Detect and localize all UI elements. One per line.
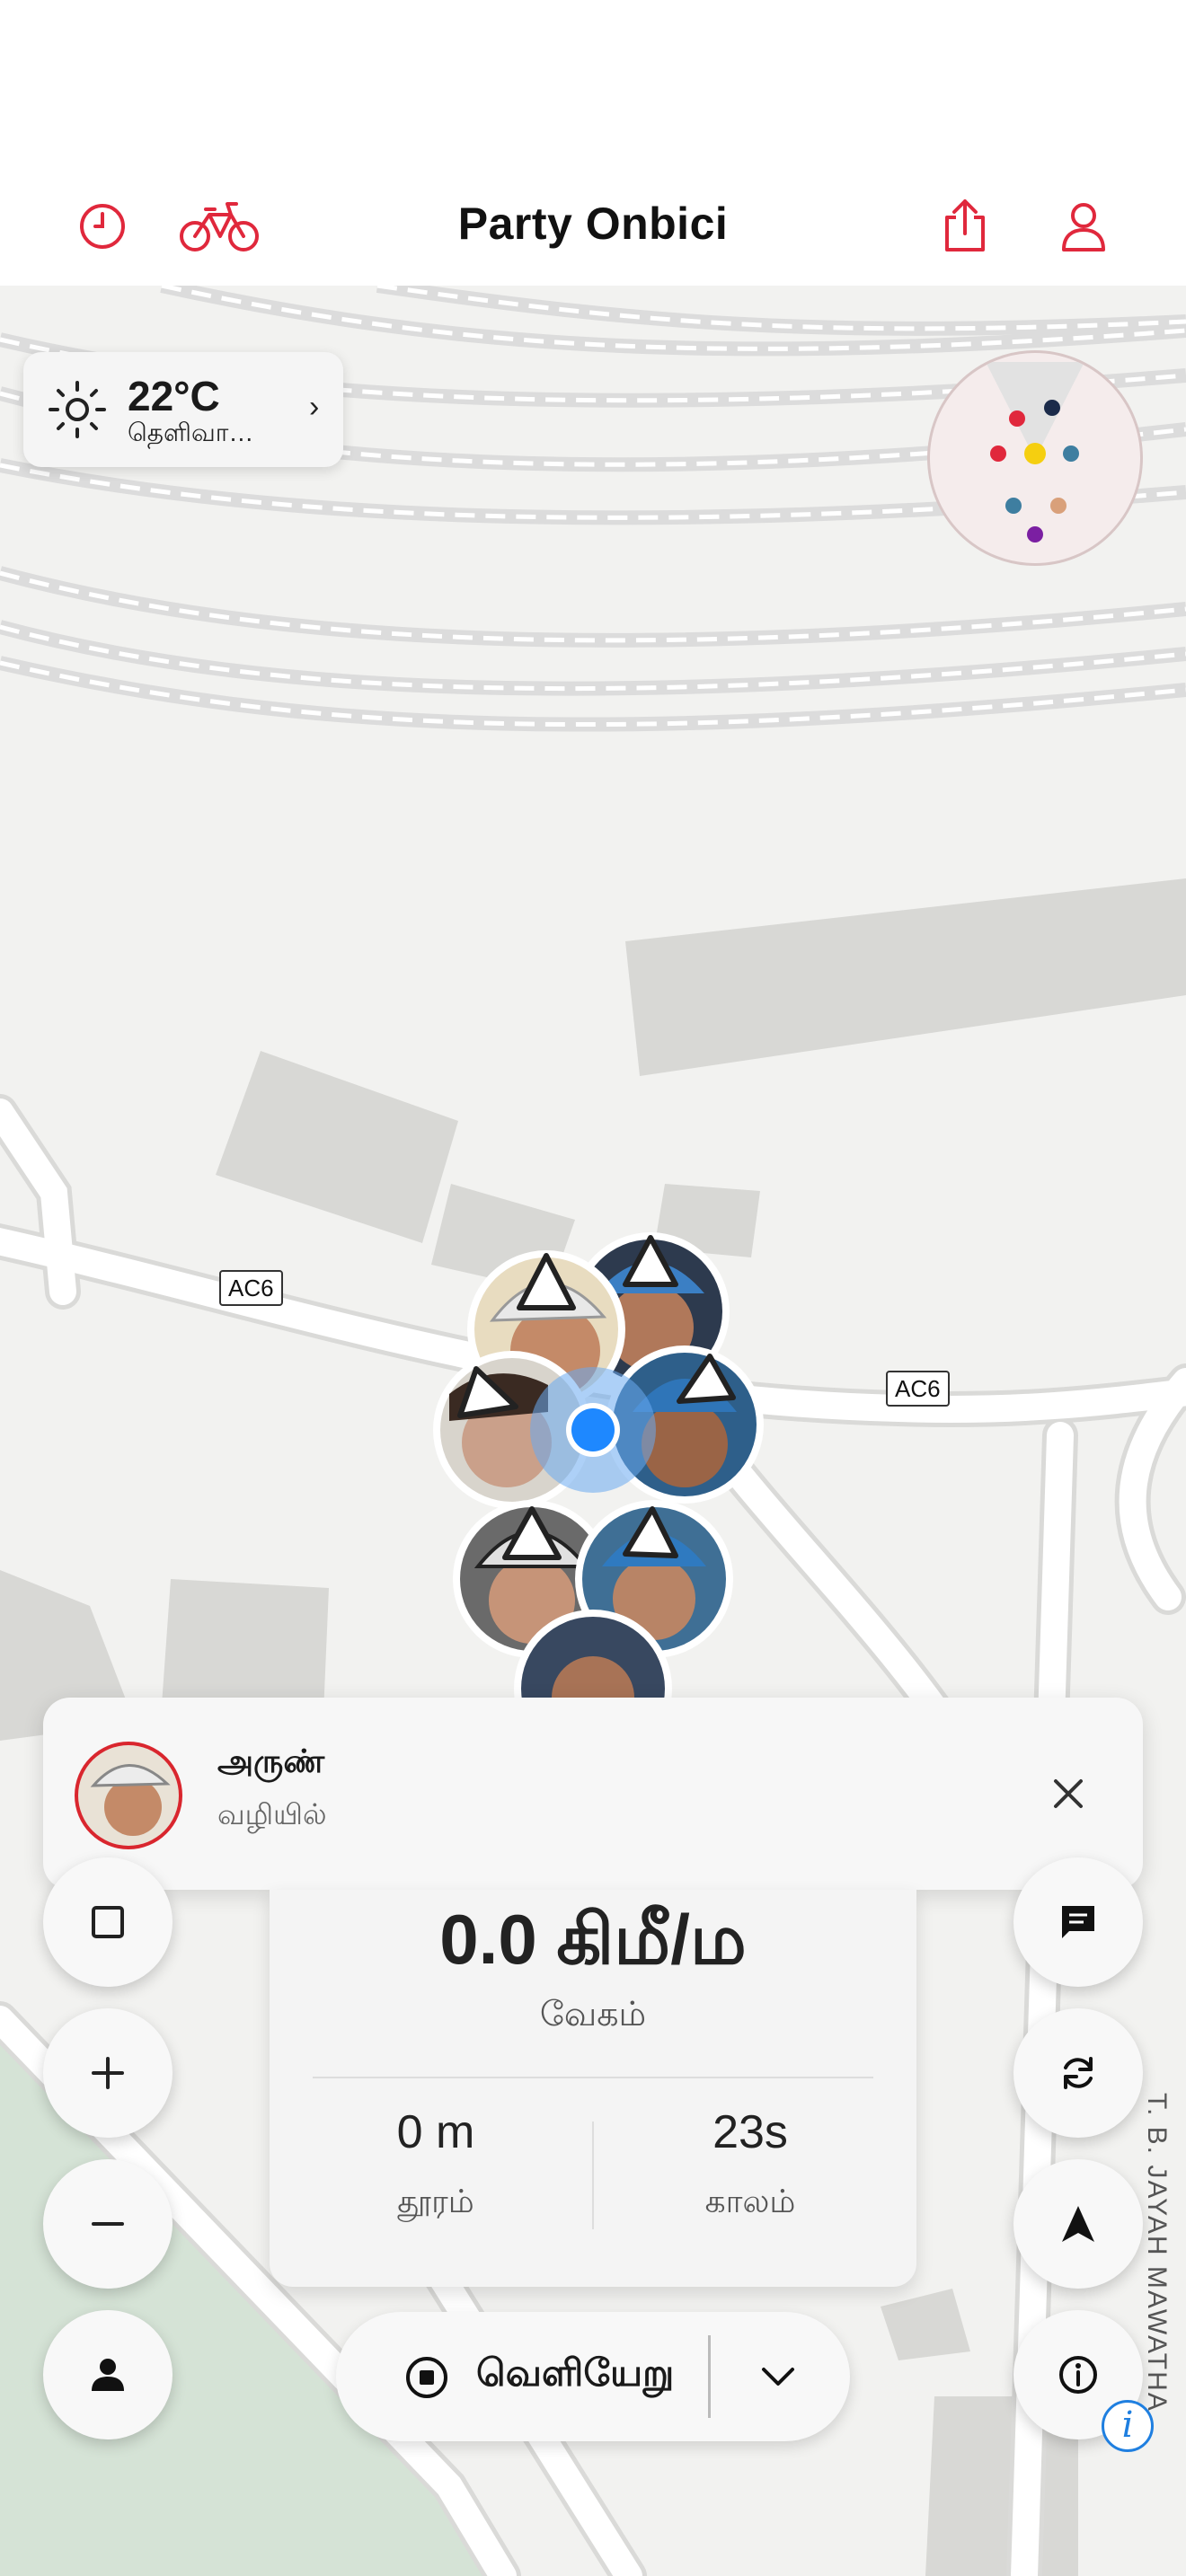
square-icon xyxy=(92,1906,124,1938)
map-attribution-icon[interactable]: i xyxy=(1102,2400,1154,2452)
radar-rider-dot xyxy=(1027,526,1043,543)
chevron-right-icon: › xyxy=(309,390,320,424)
chevron-down-icon[interactable] xyxy=(758,2359,798,2395)
ride-stats-card: 0.0 கிமீ/ம வேகம் 0 m தூரம் 23s காலம் xyxy=(270,1890,916,2287)
street-label: T. B. JAYAH MAWATHA xyxy=(1142,2093,1172,2413)
stop-icon xyxy=(406,2357,447,2398)
radar-rider-dot xyxy=(1050,498,1067,514)
zoom-out-icon xyxy=(92,2222,124,2226)
chat-button[interactable] xyxy=(1013,1857,1143,1987)
rider-notification[interactable]: அருண் வழியில் xyxy=(43,1698,1143,1890)
exit-button[interactable]: வெளியேறு xyxy=(476,2351,674,2400)
rider-name: அருண் xyxy=(217,1742,325,1779)
time-label: காலம் xyxy=(704,2183,796,2219)
road-label-ac6: AC6 xyxy=(219,1270,283,1306)
radar-rider-dot xyxy=(1063,446,1079,462)
chat-icon xyxy=(1062,1906,1094,1938)
radar-rider-dot xyxy=(1024,443,1046,464)
speed-label: வேகம் xyxy=(539,1996,647,2033)
temperature: 22°C xyxy=(128,373,220,419)
weather-widget[interactable]: 22°C தெளிவா… › xyxy=(23,352,343,467)
share-icon[interactable] xyxy=(929,190,1001,262)
rider-status: வழியில் xyxy=(217,1798,327,1831)
recenter-button[interactable] xyxy=(1013,2159,1143,2289)
weather-condition: தெளிவா… xyxy=(128,419,254,446)
zoom-in-button[interactable] xyxy=(43,2008,173,2138)
road-label-ac6: AC6 xyxy=(886,1371,950,1407)
page-title: Party Onbici xyxy=(457,198,729,249)
distance-label: தூரம் xyxy=(397,2183,474,2219)
radar-rider-dot xyxy=(1009,410,1025,427)
radar-canvas xyxy=(986,362,1084,543)
divider xyxy=(313,2077,873,2078)
close-icon[interactable] xyxy=(1037,1762,1100,1825)
map-style-button[interactable] xyxy=(43,1857,173,1987)
speed-value: 0.0 கிமீ/ம xyxy=(439,1900,747,1979)
person-icon xyxy=(92,2359,124,2391)
divider xyxy=(708,2335,711,2418)
radar-rider-dot xyxy=(1005,498,1022,514)
info-icon xyxy=(1059,2356,1097,2394)
radar-rider-dot xyxy=(1044,400,1060,416)
rider-cluster[interactable] xyxy=(413,1222,791,1707)
refresh-icon xyxy=(1064,2057,1093,2089)
time-value: 23s xyxy=(712,2106,788,2158)
zoom-in-icon xyxy=(92,2057,124,2089)
navigate-arrow-icon xyxy=(1062,2206,1094,2242)
distance-value: 0 m xyxy=(396,2106,475,2158)
zoom-out-button[interactable] xyxy=(43,2159,173,2289)
divider xyxy=(592,2122,594,2229)
radar-rider-dot xyxy=(990,446,1006,462)
riders-button[interactable] xyxy=(43,2310,173,2439)
status-bar xyxy=(0,0,1186,180)
my-location-dot xyxy=(571,1408,615,1451)
avatar xyxy=(75,1742,182,1849)
profile-icon[interactable] xyxy=(1048,190,1120,262)
refresh-button[interactable] xyxy=(1013,2008,1143,2138)
exit-ride-control[interactable]: வெளியேறு xyxy=(336,2312,850,2441)
sun-icon xyxy=(49,381,106,438)
group-radar[interactable] xyxy=(927,350,1143,566)
